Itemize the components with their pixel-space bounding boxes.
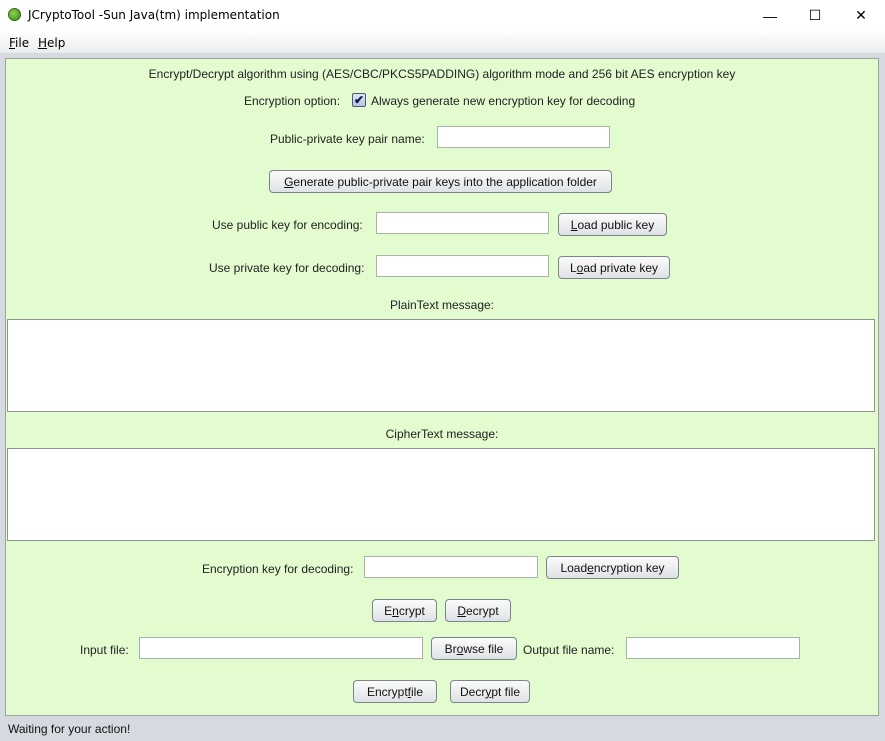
browse-file-button[interactable]: Br o wse file [431, 637, 517, 660]
private-key-label: Use private key for decoding: [209, 261, 365, 275]
main-panel: Encrypt/Decrypt algorithm using (AES/CBC… [5, 58, 879, 716]
decrypt-button[interactable]: Decrypt [445, 599, 511, 622]
check-icon: ✔ [353, 93, 365, 107]
encryption-key-label: Encryption key for decoding: [202, 562, 354, 576]
content-frame: Encrypt/Decrypt algorithm using (AES/CBC… [0, 53, 885, 741]
menu-bar: File Help [0, 31, 885, 53]
java-app-icon [8, 8, 21, 21]
load-private-key-button[interactable]: Lo ad private key [558, 256, 670, 279]
encryption-option-label: Encryption option: [244, 94, 341, 108]
status-bar-text: Waiting for your action! [8, 722, 131, 736]
plaintext-label: PlainText message: [389, 298, 495, 312]
output-file-label: Output file name: [523, 643, 615, 657]
algorithm-header: Encrypt/Decrypt algorithm using (AES/CBC… [148, 67, 736, 81]
maximize-button[interactable]: ☐ [792, 0, 838, 31]
input-file-label: Input file: [80, 643, 129, 657]
menu-help[interactable]: Help [38, 36, 65, 50]
public-key-label: Use public key for encoding: [212, 218, 363, 232]
ciphertext-label: CipherText message: [385, 427, 499, 441]
load-public-key-button[interactable]: Load public key [558, 213, 667, 236]
close-button[interactable]: ✕ [838, 0, 884, 31]
menu-file-rest: ile [15, 36, 30, 50]
encryption-key-input[interactable] [364, 556, 538, 578]
menu-file[interactable]: File [9, 36, 29, 50]
maximize-icon: ☐ [808, 7, 822, 23]
input-file-input[interactable] [139, 637, 423, 659]
load-encryption-key-button[interactable]: Load e ncryption key [546, 556, 679, 579]
encrypt-button[interactable]: En crypt [372, 599, 437, 622]
key-pair-name-input[interactable] [437, 126, 610, 148]
private-key-input[interactable] [376, 255, 549, 277]
output-file-input[interactable] [626, 637, 800, 659]
always-generate-key-label: Always generate new encryption key for d… [371, 94, 636, 108]
menu-help-rest: elp [47, 36, 66, 50]
public-key-input[interactable] [376, 212, 549, 234]
decrypt-file-button[interactable]: Decr y pt file [450, 680, 530, 703]
minimize-button[interactable]: — [747, 0, 793, 31]
plaintext-textarea[interactable] [7, 319, 875, 412]
close-icon: ✕ [855, 7, 867, 23]
title-bar: JCryptoTool -Sun Java(tm) implementation… [0, 0, 885, 31]
ciphertext-textarea[interactable] [7, 448, 875, 541]
key-pair-name-label: Public-private key pair name: [270, 132, 425, 146]
generate-keys-button[interactable]: Generate public-private pair keys into t… [269, 170, 612, 193]
minimize-icon: — [763, 7, 777, 24]
always-generate-key-checkbox[interactable]: ✔ [352, 93, 366, 107]
encrypt-file-button[interactable]: Encrypt f ile [353, 680, 437, 703]
window-title: JCryptoTool -Sun Java(tm) implementation [28, 8, 280, 22]
